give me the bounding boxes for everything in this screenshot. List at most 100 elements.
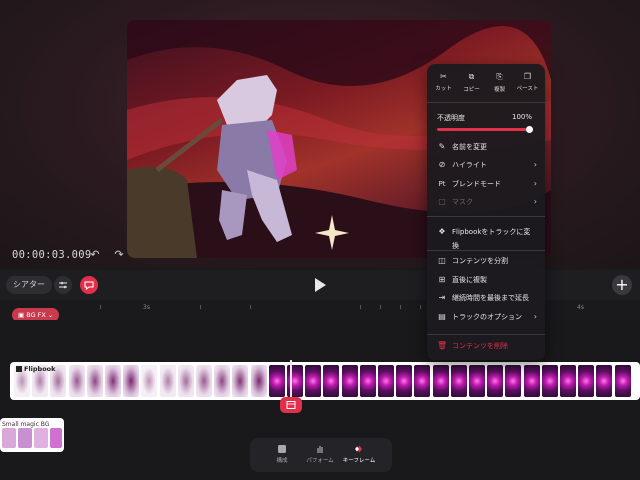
extend-icon: ⇥ — [438, 293, 446, 302]
paste-label: ペースト — [516, 86, 539, 92]
opacity-slider[interactable] — [437, 128, 533, 131]
flipbook-frame-thumbnail — [141, 365, 158, 397]
flipbook-frame-thumbnail — [541, 365, 558, 397]
tab-label: 構成 — [276, 458, 288, 464]
flipbook-frame-thumbnail — [341, 365, 358, 397]
flipbook-frame-thumbnail — [578, 365, 595, 397]
flipbook-frame-thumbnail — [432, 365, 449, 397]
flipbook-track-label-text: Flipbook — [24, 365, 56, 373]
speech-bubble-icon — [84, 281, 94, 291]
small-magic-bg-label: Small magic BG — [2, 421, 50, 428]
menu-item-rename[interactable]: ✎ 名前を変更 — [437, 140, 537, 154]
menu-item-label: Flipbookをトラックに変換 — [452, 228, 531, 250]
menu-divider — [427, 102, 545, 103]
flipbook-track-clip[interactable] — [10, 362, 640, 400]
menu-item-highlight[interactable]: ⊘ ハイライト › — [437, 158, 537, 172]
ruler-tick — [100, 305, 101, 309]
duplicate-icon: ⎘ — [496, 72, 503, 81]
menu-item-label: 継続時間を最後まで延長 — [452, 294, 529, 302]
play-button[interactable] — [313, 277, 327, 293]
playhead-handle[interactable] — [280, 397, 302, 413]
flipbook-frame-thumbnail — [268, 365, 285, 397]
film-icon — [286, 401, 296, 409]
paste-button[interactable]: ❐ ペースト — [513, 72, 542, 92]
menu-item-label: コンテンツを削除 — [452, 342, 508, 350]
flipbook-frame-thumbnail — [523, 365, 540, 397]
pencil-icon: ✎ — [438, 142, 446, 151]
flipbook-frame-thumbnail — [596, 365, 613, 397]
menu-item-extend-duration[interactable]: ⇥ 継続時間を最後まで延長 — [437, 291, 537, 305]
flipbook-frame-thumbnail — [214, 365, 231, 397]
comment-button[interactable] — [80, 276, 98, 294]
ruler-tick — [380, 305, 381, 309]
ruler-label: 3s — [143, 304, 150, 311]
menu-item-split-content[interactable]: ◫ コンテンツを分割 — [437, 254, 537, 268]
flipbook-frame-thumbnail — [123, 365, 140, 397]
trash-icon: 🗑 — [437, 341, 448, 350]
ruler-tick — [360, 305, 361, 309]
copy-icon: ⧉ — [468, 72, 475, 81]
duplicate-label: 複製 — [493, 87, 505, 93]
menu-item-blend-mode[interactable]: Pt ブレンドモード › — [437, 177, 537, 191]
duplicate-after-icon: ⊞ — [438, 275, 446, 284]
flipbook-frame-thumbnail — [469, 365, 485, 397]
flipbook-frame-thumbnail — [305, 365, 322, 397]
opacity-slider-handle[interactable] — [526, 126, 533, 133]
menu-divider — [427, 334, 545, 335]
split-view-button[interactable] — [54, 276, 72, 294]
opacity-label: 不透明度 — [437, 114, 465, 122]
ruler-tick — [420, 305, 421, 309]
flipbook-frame-thumbnail — [359, 365, 376, 397]
theater-mode-button[interactable]: シアター — [6, 276, 52, 294]
flipbook-frame-thumbnail — [414, 365, 431, 397]
duplicate-button[interactable]: ⎘ 複製 — [485, 72, 514, 93]
flipbook-frame-thumbnail — [159, 365, 176, 397]
scissors-icon: ✂ — [440, 72, 447, 81]
mask-icon: ▢ — [438, 197, 446, 206]
menu-item-label: ハイライト — [452, 161, 487, 169]
tab-perform[interactable]: パフォーム — [300, 444, 340, 464]
tab-compose[interactable]: 構成 — [262, 444, 302, 464]
app-root: 00:00:03.009 ↶ ↷ シアター + 3s 4s ▣ BG FX ⌄ … — [0, 0, 640, 480]
no-highlight-icon: ⊘ — [438, 160, 446, 169]
menu-item-delete-content[interactable]: 🗑 コンテンツを削除 — [437, 339, 537, 353]
bg-fx-label: BG FX — [26, 311, 46, 319]
chevron-right-icon: › — [533, 179, 537, 188]
menu-item-duplicate-after[interactable]: ⊞ 直後に複製 — [437, 273, 537, 287]
menu-item-label: トラックのオプション — [452, 313, 522, 321]
flipbook-frame-thumbnail — [614, 365, 631, 397]
redo-icon[interactable]: ↷ — [112, 248, 126, 262]
flipbook-frame-thumbnail — [86, 365, 103, 397]
play-icon — [315, 278, 326, 292]
menu-item-label: ブレンドモード — [452, 180, 501, 188]
flipbook-frame-thumbnail — [450, 365, 467, 397]
chevron-right-icon: › — [533, 160, 537, 169]
flipbook-frame-thumbnail — [105, 365, 121, 397]
split-view-icon — [59, 281, 67, 289]
menu-item-track-options[interactable]: ▤ トラックのオプション › — [437, 310, 537, 324]
options-icon: ▤ — [438, 312, 446, 321]
split-icon: ◫ — [438, 256, 446, 265]
ruler-tick — [250, 305, 251, 309]
undo-icon[interactable]: ↶ — [88, 248, 102, 262]
flipbook-frame-thumbnail — [177, 365, 194, 397]
flipbook-frame-thumbnail — [560, 365, 576, 397]
pt-icon: Pt — [438, 180, 446, 188]
cut-label: カット — [435, 86, 452, 92]
copy-label: コピー — [463, 87, 480, 93]
menu-divider — [427, 216, 545, 217]
add-content-button[interactable]: + — [612, 275, 632, 295]
flipbook-frame-thumbnail — [196, 365, 212, 397]
menu-item-label: マスク — [452, 198, 473, 206]
chevron-right-icon: › — [533, 312, 537, 321]
menu-item-convert-flipbook[interactable]: ❖ Flipbookをトラックに変換 — [437, 225, 537, 250]
flipbook-frame-thumbnail — [68, 365, 85, 397]
flipbook-frame-thumbnail — [487, 365, 504, 397]
tab-keyframe[interactable]: キーフレーム — [339, 444, 379, 464]
checkbox-icon[interactable] — [16, 366, 22, 372]
flipbook-frame-thumbnail — [396, 365, 413, 397]
flipbook-track-label: Flipbook — [16, 365, 55, 373]
menu-edit-row: ✂ カット ⧉ コピー ⎘ 複製 ❐ ペースト — [427, 64, 545, 102]
copy-button[interactable]: ⧉ コピー — [457, 72, 486, 93]
cut-button[interactable]: ✂ カット — [429, 72, 458, 92]
